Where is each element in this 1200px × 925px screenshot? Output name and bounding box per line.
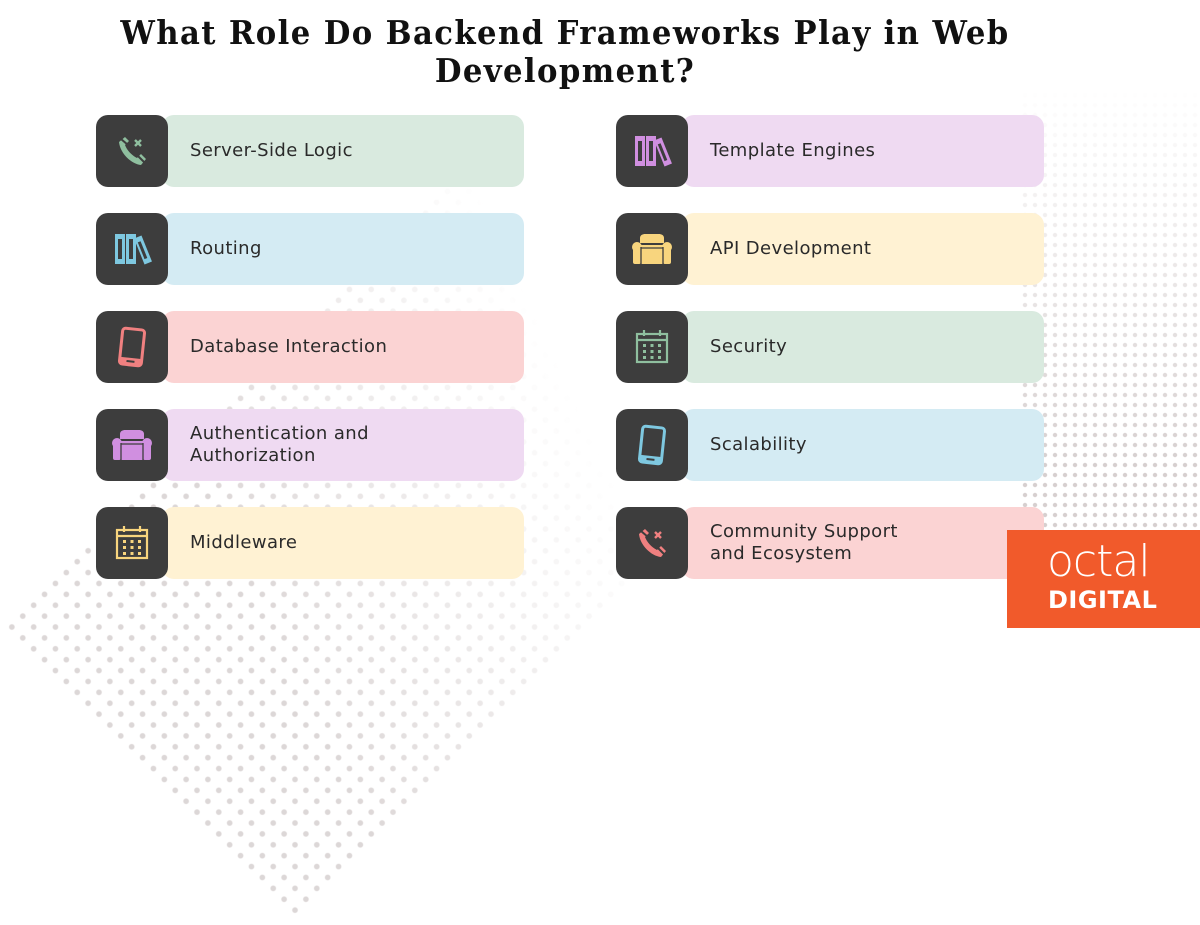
- halftone-pattern-right: [1020, 60, 1200, 540]
- item-label: Database Interaction: [190, 336, 388, 357]
- phone-handset-icon: [109, 128, 155, 174]
- item-label: Authentication and Authorization: [190, 423, 369, 466]
- icon-tile: [616, 115, 688, 187]
- item-row: Security: [616, 311, 1044, 383]
- item-card: Middleware: [162, 507, 524, 579]
- armchair-icon: [629, 226, 675, 272]
- item-card: Template Engines: [682, 115, 1044, 187]
- calendar-icon: [109, 520, 155, 566]
- phone-handset-icon: [629, 520, 675, 566]
- icon-tile: [616, 311, 688, 383]
- item-row: Middleware: [96, 507, 524, 579]
- smartphone-icon: [109, 324, 155, 370]
- icon-tile: [616, 507, 688, 579]
- books-icon: [629, 128, 675, 174]
- item-label: Template Engines: [710, 140, 876, 161]
- title-line-2: Development?: [434, 51, 696, 90]
- brand-logo: octal DIGITAL: [1007, 530, 1200, 628]
- item-row: Authentication and Authorization: [96, 409, 524, 481]
- armchair-icon: [109, 422, 155, 468]
- item-row: Community Support and Ecosystem: [616, 507, 1044, 579]
- item-row: Routing: [96, 213, 524, 285]
- item-row: Server-Side Logic: [96, 115, 524, 187]
- item-card: API Development: [682, 213, 1044, 285]
- icon-tile: [616, 409, 688, 481]
- smartphone-icon: [629, 422, 675, 468]
- item-row: Scalability: [616, 409, 1044, 481]
- icon-tile: [96, 311, 168, 383]
- item-label: Routing: [190, 238, 262, 259]
- item-row: Template Engines: [616, 115, 1044, 187]
- title-line-1: What Role Do Backend Frameworks Play in …: [120, 13, 1010, 52]
- logo-text-digital: DIGITAL: [1048, 586, 1158, 614]
- item-card: Scalability: [682, 409, 1044, 481]
- item-label: Scalability: [710, 434, 807, 455]
- icon-tile: [96, 409, 168, 481]
- item-label: Security: [710, 336, 788, 357]
- books-icon: [109, 226, 155, 272]
- item-card: Community Support and Ecosystem: [682, 507, 1044, 579]
- item-label: API Development: [710, 238, 872, 259]
- item-row: API Development: [616, 213, 1044, 285]
- icon-tile: [96, 213, 168, 285]
- item-card: Authentication and Authorization: [162, 409, 524, 481]
- logo-text-octal: octal: [1047, 536, 1151, 587]
- item-row: Database Interaction: [96, 311, 524, 383]
- item-card: Server-Side Logic: [162, 115, 524, 187]
- item-card: Database Interaction: [162, 311, 524, 383]
- icon-tile: [96, 507, 168, 579]
- calendar-icon: [629, 324, 675, 370]
- item-card: Security: [682, 311, 1044, 383]
- item-label: Middleware: [190, 532, 298, 553]
- icon-tile: [616, 213, 688, 285]
- item-card: Routing: [162, 213, 524, 285]
- item-label: Server-Side Logic: [190, 140, 353, 161]
- page-title: What Role Do Backend Frameworks Play in …: [40, 14, 1091, 90]
- item-label: Community Support and Ecosystem: [710, 521, 898, 564]
- icon-tile: [96, 115, 168, 187]
